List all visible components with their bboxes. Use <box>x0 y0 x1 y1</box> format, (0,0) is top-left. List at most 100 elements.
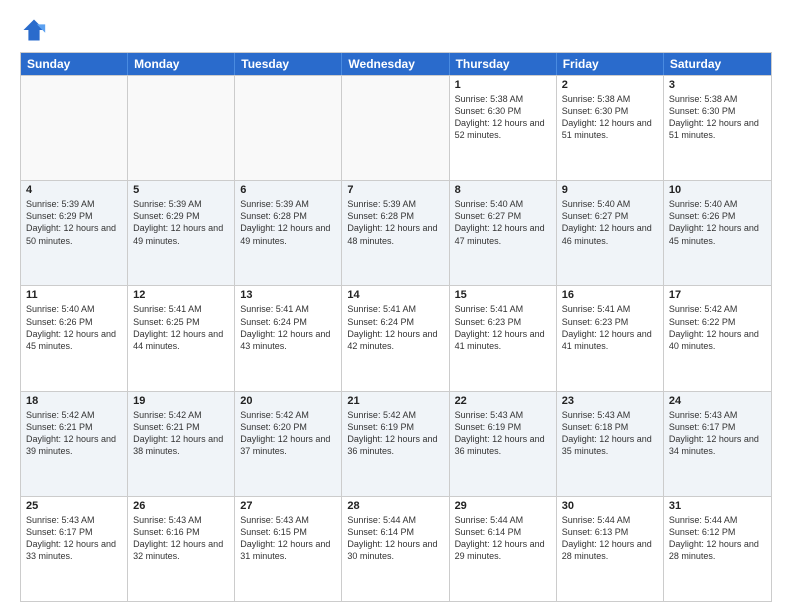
day-number: 8 <box>455 184 551 196</box>
table-row: 18Sunrise: 5:42 AMSunset: 6:21 PMDayligh… <box>21 392 128 496</box>
cell-info: Sunrise: 5:43 AMSunset: 6:18 PMDaylight:… <box>562 409 658 458</box>
day-number: 15 <box>455 289 551 301</box>
calendar: SundayMondayTuesdayWednesdayThursdayFrid… <box>20 52 772 602</box>
header-day-thursday: Thursday <box>450 53 557 75</box>
day-number: 30 <box>562 500 658 512</box>
header-day-friday: Friday <box>557 53 664 75</box>
cell-info: Sunrise: 5:40 AMSunset: 6:27 PMDaylight:… <box>562 198 658 247</box>
day-number: 6 <box>240 184 336 196</box>
cell-info: Sunrise: 5:39 AMSunset: 6:29 PMDaylight:… <box>26 198 122 247</box>
table-row <box>21 76 128 180</box>
cell-info: Sunrise: 5:40 AMSunset: 6:26 PMDaylight:… <box>26 303 122 352</box>
day-number: 12 <box>133 289 229 301</box>
table-row: 12 Sunrise: 5:41 AMSunset: 6:25 PMDayligh… <box>128 286 235 390</box>
table-row: 27Sunrise: 5:43 AMSunset: 6:15 PMDayligh… <box>235 497 342 601</box>
table-row <box>128 76 235 180</box>
table-row: 25Sunrise: 5:43 AMSunset: 6:17 PMDayligh… <box>21 497 128 601</box>
table-row: 13 Sunrise: 5:41 AMSunset: 6:24 PMDayligh… <box>235 286 342 390</box>
day-number: 18 <box>26 395 122 407</box>
table-row: 15 Sunrise: 5:41 AMSunset: 6:23 PMDayligh… <box>450 286 557 390</box>
table-row <box>235 76 342 180</box>
day-number: 10 <box>669 184 766 196</box>
cell-info: Sunrise: 5:44 AMSunset: 6:13 PMDaylight:… <box>562 514 658 563</box>
day-number: 22 <box>455 395 551 407</box>
calendar-row: 1 Sunrise: 5:38 AMSunset: 6:30 PMDaylight… <box>21 75 771 180</box>
day-number: 20 <box>240 395 336 407</box>
day-number: 2 <box>562 79 658 91</box>
header-day-wednesday: Wednesday <box>342 53 449 75</box>
calendar-row: 4 Sunrise: 5:39 AMSunset: 6:29 PMDaylight… <box>21 180 771 285</box>
day-number: 1 <box>455 79 551 91</box>
day-number: 13 <box>240 289 336 301</box>
day-number: 28 <box>347 500 443 512</box>
cell-info: Sunrise: 5:39 AMSunset: 6:28 PMDaylight:… <box>240 198 336 247</box>
cell-info: Sunrise: 5:39 AMSunset: 6:29 PMDaylight:… <box>133 198 229 247</box>
table-row: 3 Sunrise: 5:38 AMSunset: 6:30 PMDaylight… <box>664 76 771 180</box>
cell-info: Sunrise: 5:43 AMSunset: 6:17 PMDaylight:… <box>669 409 766 458</box>
day-number: 23 <box>562 395 658 407</box>
day-number: 9 <box>562 184 658 196</box>
day-number: 7 <box>347 184 443 196</box>
day-number: 3 <box>669 79 766 91</box>
cell-info: Sunrise: 5:42 AMSunset: 6:22 PMDaylight:… <box>669 303 766 352</box>
table-row: 16Sunrise: 5:41 AMSunset: 6:23 PMDayligh… <box>557 286 664 390</box>
cell-info: Sunrise: 5:42 AMSunset: 6:19 PMDaylight:… <box>347 409 443 458</box>
day-number: 11 <box>26 289 122 301</box>
calendar-body: 1 Sunrise: 5:38 AMSunset: 6:30 PMDaylight… <box>21 75 771 601</box>
logo-icon <box>20 16 48 44</box>
table-row: 6 Sunrise: 5:39 AMSunset: 6:28 PMDaylight… <box>235 181 342 285</box>
calendar-header: SundayMondayTuesdayWednesdayThursdayFrid… <box>21 53 771 75</box>
cell-info: Sunrise: 5:41 AMSunset: 6:23 PMDaylight:… <box>562 303 658 352</box>
day-number: 31 <box>669 500 766 512</box>
cell-info: Sunrise: 5:44 AMSunset: 6:12 PMDaylight:… <box>669 514 766 563</box>
table-row: 1Sunrise: 5:38 AMSunset: 6:30 PMDaylight… <box>450 76 557 180</box>
cell-info: Sunrise: 5:41 AMSunset: 6:24 PMDaylight:… <box>240 303 336 352</box>
day-number: 5 <box>133 184 229 196</box>
cell-info: Sunrise: 5:43 AMSunset: 6:16 PMDaylight:… <box>133 514 229 563</box>
cell-info: Sunrise: 5:43 AMSunset: 6:17 PMDaylight:… <box>26 514 122 563</box>
calendar-row: 11 Sunrise: 5:40 AMSunset: 6:26 PMDayligh… <box>21 285 771 390</box>
table-row: 31 Sunrise: 5:44 AMSunset: 6:12 PMDayligh… <box>664 497 771 601</box>
cell-info: Sunrise: 5:40 AMSunset: 6:27 PMDaylight:… <box>455 198 551 247</box>
day-number: 21 <box>347 395 443 407</box>
cell-info: Sunrise: 5:44 AMSunset: 6:14 PMDaylight:… <box>347 514 443 563</box>
cell-info: Sunrise: 5:40 AMSunset: 6:26 PMDaylight:… <box>669 198 766 247</box>
header-day-monday: Monday <box>128 53 235 75</box>
table-row: 7 Sunrise: 5:39 AMSunset: 6:28 PMDaylight… <box>342 181 449 285</box>
day-number: 17 <box>669 289 766 301</box>
table-row: 23 Sunrise: 5:43 AMSunset: 6:18 PMDayligh… <box>557 392 664 496</box>
calendar-row: 25Sunrise: 5:43 AMSunset: 6:17 PMDayligh… <box>21 496 771 601</box>
table-row: 10 Sunrise: 5:40 AMSunset: 6:26 PMDayligh… <box>664 181 771 285</box>
table-row: 21 Sunrise: 5:42 AMSunset: 6:19 PMDayligh… <box>342 392 449 496</box>
cell-info: Sunrise: 5:42 AMSunset: 6:21 PMDaylight:… <box>133 409 229 458</box>
table-row: 2 Sunrise: 5:38 AMSunset: 6:30 PMDaylight… <box>557 76 664 180</box>
table-row: 19 Sunrise: 5:42 AMSunset: 6:21 PMDayligh… <box>128 392 235 496</box>
table-row: 28 Sunrise: 5:44 AMSunset: 6:14 PMDayligh… <box>342 497 449 601</box>
table-row: 5 Sunrise: 5:39 AMSunset: 6:29 PMDaylight… <box>128 181 235 285</box>
table-row: 4 Sunrise: 5:39 AMSunset: 6:29 PMDaylight… <box>21 181 128 285</box>
cell-info: Sunrise: 5:38 AMSunset: 6:30 PMDaylight:… <box>669 93 766 142</box>
cell-info: Sunrise: 5:41 AMSunset: 6:25 PMDaylight:… <box>133 303 229 352</box>
table-row: 20Sunrise: 5:42 AMSunset: 6:20 PMDayligh… <box>235 392 342 496</box>
table-row: 22Sunrise: 5:43 AMSunset: 6:19 PMDayligh… <box>450 392 557 496</box>
header-day-sunday: Sunday <box>21 53 128 75</box>
calendar-row: 18 Sunrise: 5:42 AMSunset: 6:21 PMDayligh… <box>21 391 771 496</box>
cell-info: Sunrise: 5:41 AMSunset: 6:24 PMDaylight:… <box>347 303 443 352</box>
day-number: 4 <box>26 184 122 196</box>
table-row: 24 Sunrise: 5:43 AMSunset: 6:17 PMDayligh… <box>664 392 771 496</box>
logo <box>20 16 52 44</box>
table-row: 8 Sunrise: 5:40 AMSunset: 6:27 PMDaylight… <box>450 181 557 285</box>
table-row <box>342 76 449 180</box>
table-row: 11 Sunrise: 5:40 AMSunset: 6:26 PMDayligh… <box>21 286 128 390</box>
day-number: 24 <box>669 395 766 407</box>
table-row: 9 Sunrise: 5:40 AMSunset: 6:27 PMDaylight… <box>557 181 664 285</box>
day-number: 14 <box>347 289 443 301</box>
table-row: 30 Sunrise: 5:44 AMSunset: 6:13 PMDayligh… <box>557 497 664 601</box>
day-number: 27 <box>240 500 336 512</box>
cell-info: Sunrise: 5:41 AMSunset: 6:23 PMDaylight:… <box>455 303 551 352</box>
table-row: 29Sunrise: 5:44 AMSunset: 6:14 PMDayligh… <box>450 497 557 601</box>
day-number: 19 <box>133 395 229 407</box>
cell-info: Sunrise: 5:38 AMSunset: 6:30 PMDaylight:… <box>562 93 658 142</box>
cell-info: Sunrise: 5:39 AMSunset: 6:28 PMDaylight:… <box>347 198 443 247</box>
day-number: 29 <box>455 500 551 512</box>
